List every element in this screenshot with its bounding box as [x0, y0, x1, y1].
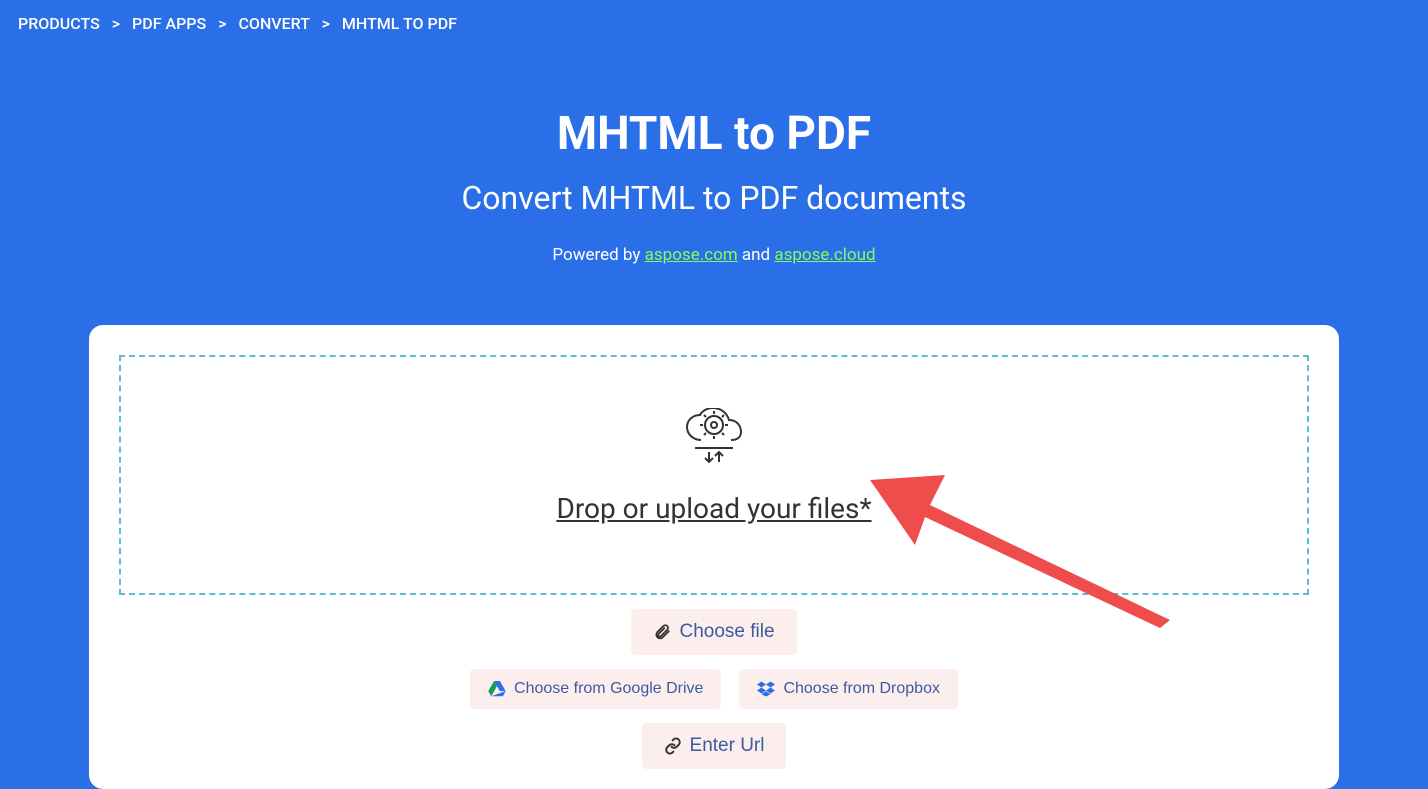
chevron-right-icon: > [112, 14, 120, 33]
breadcrumb-current: MHTML TO PDF [342, 14, 457, 33]
powered-by-text: Powered by aspose.com and aspose.cloud [0, 245, 1428, 265]
dropbox-label: Choose from Dropbox [783, 680, 940, 698]
dropbox-button[interactable]: Choose from Dropbox [739, 669, 958, 709]
choose-file-button[interactable]: Choose file [631, 609, 796, 655]
google-drive-button[interactable]: Choose from Google Drive [470, 669, 721, 709]
breadcrumb-pdf-apps[interactable]: PDF APPS [132, 14, 206, 33]
link-icon [664, 737, 682, 755]
attachment-icon [653, 623, 671, 641]
chevron-right-icon: > [322, 14, 330, 33]
page-title: MHTML to PDF [0, 107, 1428, 161]
google-drive-label: Choose from Google Drive [514, 680, 703, 698]
dropbox-icon [757, 681, 775, 697]
breadcrumb: PRODUCTS > PDF APPS > CONVERT > MHTML TO… [0, 0, 1428, 47]
hero-section: MHTML to PDF Convert MHTML to PDF docume… [0, 107, 1428, 265]
enter-url-button[interactable]: Enter Url [642, 723, 787, 769]
page-subtitle: Convert MHTML to PDF documents [0, 179, 1428, 217]
aspose-com-link[interactable]: aspose.com [645, 245, 738, 265]
aspose-cloud-link[interactable]: aspose.cloud [774, 245, 875, 265]
enter-url-label: Enter Url [690, 735, 765, 757]
google-drive-icon [488, 681, 506, 697]
powered-prefix: Powered by [552, 245, 644, 265]
breadcrumb-convert[interactable]: CONVERT [238, 14, 309, 33]
cloud-upload-gear-icon [681, 408, 747, 468]
chevron-right-icon: > [218, 14, 226, 33]
choose-file-label: Choose file [679, 621, 774, 643]
dropzone-label: Drop or upload your files* [556, 492, 871, 525]
upload-card: Drop or upload your files* Choose file C… [89, 325, 1339, 789]
powered-and: and [738, 245, 775, 265]
breadcrumb-products[interactable]: PRODUCTS [18, 14, 100, 33]
file-dropzone[interactable]: Drop or upload your files* [119, 355, 1309, 595]
